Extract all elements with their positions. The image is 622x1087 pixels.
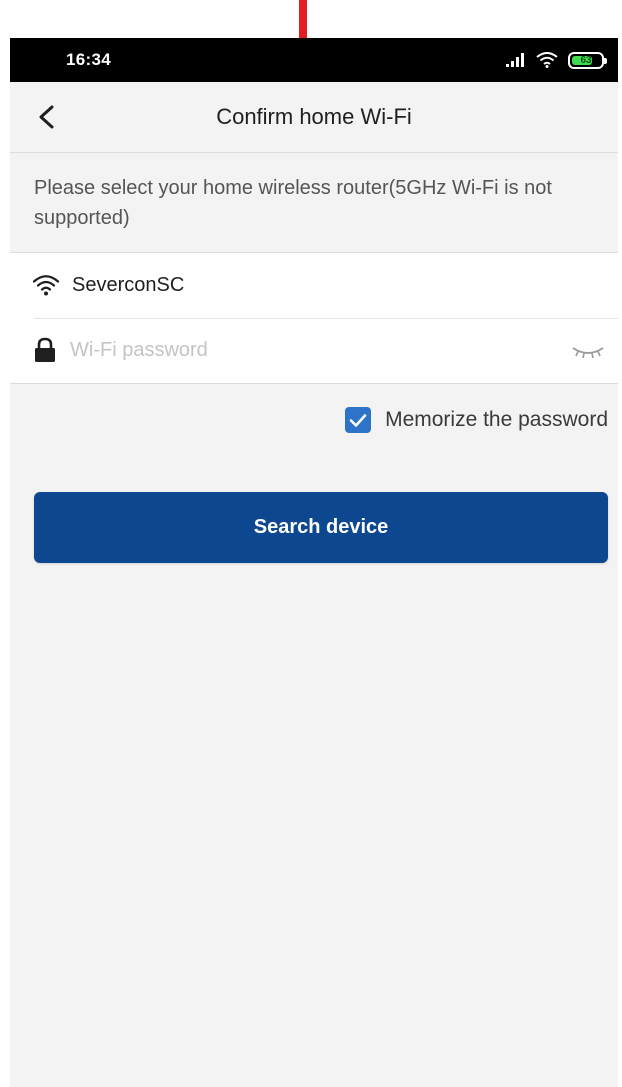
lock-icon [35,337,55,362]
battery-nub [604,57,607,64]
wifi-form-card: SeverconSC [10,252,618,384]
page-title: Confirm home Wi-Fi [216,104,412,129]
phone-screen: 16:34 63 Confirm home Wi-Fi Please selec… [10,38,618,1087]
title-bar: Confirm home Wi-Fi [10,82,618,153]
battery-level: 63 [580,54,592,66]
status-bar: 16:34 63 [10,38,618,82]
password-row [10,318,618,383]
eye-closed-icon[interactable] [570,342,606,360]
memorize-checkbox[interactable] [345,407,372,433]
memorize-password-toggle[interactable]: Memorize the password [345,405,608,435]
router-hint-text: Please select your home wireless router(… [34,177,552,229]
ssid-row[interactable]: SeverconSC [10,253,618,318]
battery-icon: 63 [568,51,607,69]
search-device-button[interactable]: Search device [34,492,608,563]
signal-icon [506,53,524,67]
wifi-icon [32,275,60,296]
status-wifi-icon [536,52,558,68]
memorize-label: Memorize the password [385,408,608,431]
ssid-name: SeverconSC [72,274,185,296]
checkmark-icon [349,414,367,427]
status-icons: 63 [506,49,607,71]
status-time: 16:34 [66,50,111,69]
password-input[interactable] [70,332,530,368]
